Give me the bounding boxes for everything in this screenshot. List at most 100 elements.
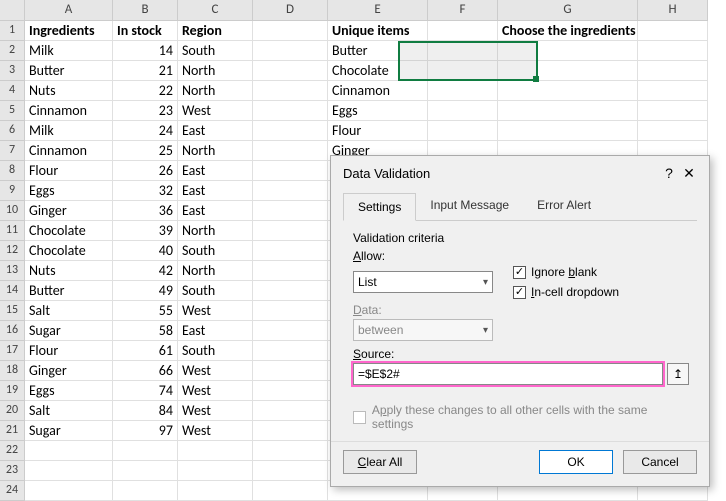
cell[interactable]: 24 <box>113 121 178 141</box>
cell[interactable] <box>498 41 638 61</box>
cell[interactable]: Choose the ingredients <box>498 21 638 41</box>
cell[interactable] <box>428 121 498 141</box>
cell[interactable] <box>253 241 328 261</box>
cell[interactable]: South <box>178 341 253 361</box>
cell[interactable]: Butter <box>328 41 428 61</box>
cell[interactable]: East <box>178 121 253 141</box>
cell[interactable]: Flour <box>25 161 113 181</box>
cell[interactable] <box>253 421 328 441</box>
ok-button[interactable]: OK <box>539 450 613 474</box>
row-header[interactable]: 12 <box>0 241 25 261</box>
cell[interactable] <box>638 101 708 121</box>
cell[interactable] <box>25 461 113 481</box>
cell[interactable]: Ginger <box>25 201 113 221</box>
row-header[interactable]: 5 <box>0 101 25 121</box>
cell[interactable]: 26 <box>113 161 178 181</box>
cell[interactable] <box>428 41 498 61</box>
cell[interactable]: Milk <box>25 41 113 61</box>
cell[interactable]: Eggs <box>25 381 113 401</box>
cell[interactable]: 21 <box>113 61 178 81</box>
cell[interactable]: Cinnamon <box>328 81 428 101</box>
tab-input-message[interactable]: Input Message <box>416 192 523 220</box>
cell[interactable]: Chocolate <box>25 221 113 241</box>
cell[interactable] <box>253 481 328 501</box>
cell[interactable] <box>253 201 328 221</box>
column-header[interactable]: F <box>428 0 498 21</box>
cell[interactable]: 61 <box>113 341 178 361</box>
cell[interactable] <box>178 461 253 481</box>
row-header[interactable]: 20 <box>0 401 25 421</box>
cell[interactable] <box>253 281 328 301</box>
cell[interactable]: 74 <box>113 381 178 401</box>
cell[interactable] <box>498 81 638 101</box>
cell[interactable] <box>253 181 328 201</box>
cell[interactable]: North <box>178 221 253 241</box>
cell[interactable]: West <box>178 301 253 321</box>
cell[interactable]: West <box>178 401 253 421</box>
source-input[interactable] <box>353 363 663 385</box>
column-header[interactable]: C <box>178 0 253 21</box>
cell[interactable] <box>638 21 708 41</box>
cell[interactable] <box>638 61 708 81</box>
ignore-blank-checkbox[interactable]: ✓ Ignore blank <box>513 265 619 279</box>
cell[interactable]: 58 <box>113 321 178 341</box>
cell[interactable]: West <box>178 421 253 441</box>
cell[interactable]: Sugar <box>25 321 113 341</box>
cell[interactable] <box>113 481 178 501</box>
row-header[interactable]: 4 <box>0 81 25 101</box>
cell[interactable] <box>253 141 328 161</box>
row-header[interactable]: 21 <box>0 421 25 441</box>
cell[interactable] <box>25 481 113 501</box>
help-icon[interactable]: ? <box>659 164 679 182</box>
cell[interactable]: Eggs <box>328 101 428 121</box>
cell[interactable]: East <box>178 181 253 201</box>
cell[interactable]: Cinnamon <box>25 141 113 161</box>
cell[interactable]: West <box>178 101 253 121</box>
row-header[interactable]: 19 <box>0 381 25 401</box>
row-header[interactable]: 14 <box>0 281 25 301</box>
cell[interactable]: West <box>178 381 253 401</box>
cell[interactable]: South <box>178 241 253 261</box>
cell[interactable]: Flour <box>25 341 113 361</box>
cell[interactable] <box>113 461 178 481</box>
column-header[interactable]: H <box>638 0 708 21</box>
cell[interactable]: 36 <box>113 201 178 221</box>
row-header[interactable]: 6 <box>0 121 25 141</box>
cell[interactable] <box>498 61 638 81</box>
column-header[interactable]: B <box>113 0 178 21</box>
cell[interactable]: Chocolate <box>25 241 113 261</box>
cell[interactable]: Eggs <box>25 181 113 201</box>
cell[interactable]: In stock <box>113 21 178 41</box>
cell[interactable]: 39 <box>113 221 178 241</box>
cell[interactable]: 66 <box>113 361 178 381</box>
cell[interactable] <box>253 81 328 101</box>
column-header[interactable]: E <box>328 0 428 21</box>
row-header[interactable]: 24 <box>0 481 25 501</box>
column-header[interactable]: G <box>498 0 638 21</box>
cell[interactable] <box>113 441 178 461</box>
cell[interactable] <box>253 381 328 401</box>
tab-settings[interactable]: Settings <box>343 193 416 221</box>
row-header[interactable]: 10 <box>0 201 25 221</box>
cell[interactable] <box>638 121 708 141</box>
cell[interactable] <box>428 101 498 121</box>
cell[interactable]: 42 <box>113 261 178 281</box>
row-header[interactable]: 7 <box>0 141 25 161</box>
row-header[interactable]: 3 <box>0 61 25 81</box>
cell[interactable]: South <box>178 281 253 301</box>
cell[interactable] <box>498 121 638 141</box>
select-all-corner[interactable] <box>0 0 25 21</box>
cell[interactable]: 55 <box>113 301 178 321</box>
cell[interactable]: 97 <box>113 421 178 441</box>
cell[interactable] <box>428 21 498 41</box>
row-header[interactable]: 8 <box>0 161 25 181</box>
cell[interactable]: Milk <box>25 121 113 141</box>
cell[interactable]: Salt <box>25 301 113 321</box>
column-header[interactable]: A <box>25 0 113 21</box>
cell[interactable] <box>253 341 328 361</box>
cell[interactable]: Salt <box>25 401 113 421</box>
cell[interactable]: 32 <box>113 181 178 201</box>
cell[interactable]: East <box>178 321 253 341</box>
row-header[interactable]: 1 <box>0 21 25 41</box>
cell[interactable]: 22 <box>113 81 178 101</box>
